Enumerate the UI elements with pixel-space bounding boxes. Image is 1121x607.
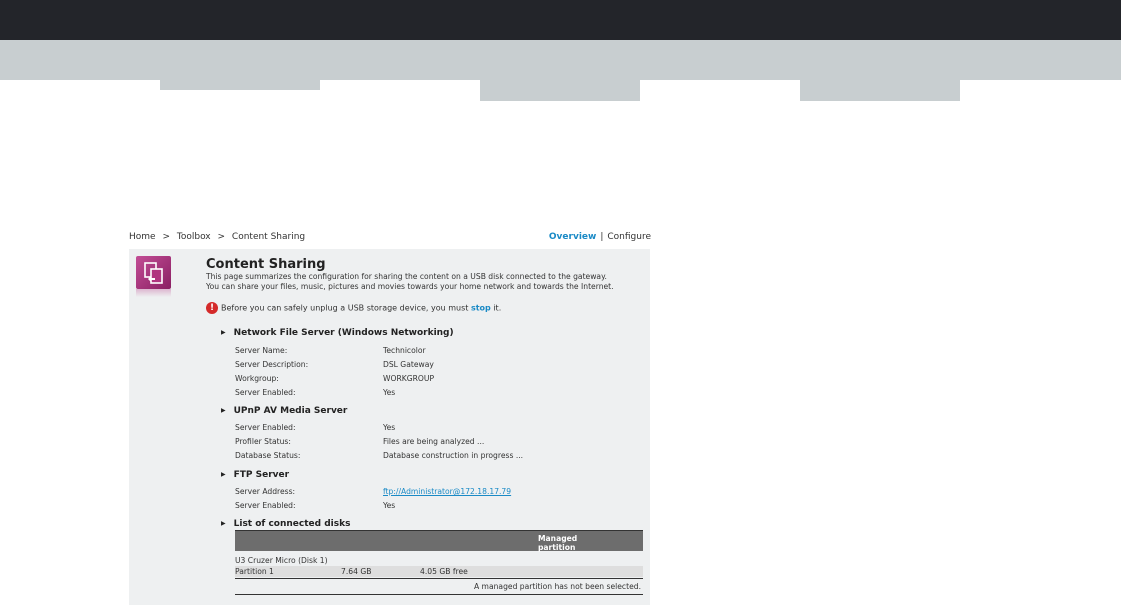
partition-size: 7.64 GB (341, 567, 372, 576)
managed-partition-header: Managed partition (538, 534, 578, 552)
expand-arrow-icon: ▶ (221, 407, 226, 414)
upnp-row: Server Enabled: Yes (235, 423, 395, 432)
warning-text-end: it. (493, 303, 502, 313)
nav-tab-2[interactable] (480, 80, 640, 101)
partition-free: 4.05 GB free (420, 567, 468, 576)
nfs-row: Workgroup: WORKGROUP (235, 374, 434, 383)
breadcrumb-separator: > (217, 232, 226, 242)
ftp-title-text: FTP Server (233, 470, 290, 480)
content-sharing-icon (136, 256, 171, 289)
expand-arrow-icon: ▶ (221, 329, 226, 336)
row-value: Yes (383, 388, 396, 397)
page-title: Content Sharing (206, 257, 326, 272)
overview-link[interactable]: Overview (549, 232, 596, 242)
row-key: Server Enabled: (235, 423, 296, 432)
expand-arrow-icon: ▶ (221, 520, 226, 527)
configure-link[interactable]: Configure (607, 232, 651, 242)
breadcrumb: Home > Toolbox > Content Sharing (129, 232, 305, 242)
ftp-row: Server Enabled: Yes (235, 501, 395, 510)
row-value: Yes (383, 423, 396, 432)
disk-row: U3 Cruzer Micro (Disk 1) (235, 555, 643, 566)
icon-reflection (136, 289, 171, 297)
description-line-1: This page summarizes the configuration f… (206, 272, 607, 281)
disk-name: U3 Cruzer Micro (Disk 1) (235, 556, 328, 565)
nfs-row: Server Name: Technicolor (235, 346, 426, 355)
row-key: Server Enabled: (235, 501, 296, 510)
row-key: Server Address: (235, 487, 296, 496)
managed-partition-note: A managed partition has not been selecte… (235, 578, 643, 592)
partition-row[interactable]: Partition 1 7.64 GB 4.05 GB free (235, 566, 643, 577)
page-description: This page summarizes the configuration f… (206, 272, 646, 292)
nav-tab-3[interactable] (800, 80, 960, 101)
nav-tab-1[interactable] (160, 80, 320, 90)
row-value: Yes (383, 501, 396, 510)
row-value: DSL Gateway (383, 360, 434, 369)
nav-bar (0, 40, 1121, 80)
ftp-section-title[interactable]: ▶ FTP Server (221, 470, 289, 480)
row-value: Technicolor (383, 346, 426, 355)
upnp-row: Database Status: Database construction in… (235, 451, 523, 460)
row-value: Database construction in progress ... (383, 451, 524, 460)
description-line-2: You can share your files, music, picture… (206, 282, 614, 291)
content-panel: Content Sharing This page summarizes the… (129, 249, 650, 605)
row-key: Workgroup: (235, 374, 279, 383)
disks-table: Managed partition U3 Cruzer Micro (Disk … (235, 530, 643, 595)
row-key: Server Description: (235, 360, 309, 369)
table-header: Managed partition (235, 531, 643, 552)
breadcrumb-separator: > (162, 232, 170, 242)
expand-arrow-icon: ▶ (221, 471, 226, 478)
view-separator: | (600, 232, 604, 242)
upnp-title-text: UPnP AV Media Server (233, 406, 348, 416)
nfs-row: Server Description: DSL Gateway (235, 360, 434, 369)
nfs-section-title[interactable]: ▶ Network File Server (Windows Networking… (221, 328, 454, 338)
partition-name: Partition 1 (235, 567, 274, 576)
upnp-section-title[interactable]: ▶ UPnP AV Media Server (221, 406, 347, 416)
row-key: Server Name: (235, 346, 288, 355)
row-key: Server Enabled: (235, 388, 296, 397)
stop-link[interactable]: stop (471, 304, 491, 313)
breadcrumb-home[interactable]: Home (129, 232, 156, 242)
warning-icon: ! (206, 302, 218, 314)
row-value: Files are being analyzed ... (383, 437, 485, 446)
nfs-title-text: Network File Server (Windows Networking) (233, 328, 454, 338)
breadcrumb-current: Content Sharing (231, 232, 306, 242)
ftp-row: Server Address: ftp://Administrator@172.1… (235, 487, 511, 496)
row-value: WORKGROUP (383, 374, 435, 383)
warning-text: Before you can safely unplug a USB stora… (221, 303, 469, 313)
top-bar (0, 0, 1121, 40)
ftp-address-link[interactable]: ftp://Administrator@172.18.17.79 (383, 487, 511, 496)
breadcrumb-toolbox[interactable]: Toolbox (177, 232, 211, 242)
row-key: Database Status: (235, 451, 301, 460)
disks-title-text: List of connected disks (233, 519, 351, 529)
unplug-warning: ! Before you can safely unplug a USB stor… (206, 302, 501, 314)
nfs-row: Server Enabled: Yes (235, 388, 395, 397)
disks-section-title[interactable]: ▶ List of connected disks (221, 519, 350, 529)
row-key: Profiler Status: (235, 437, 291, 446)
upnp-row: Profiler Status: Files are being analyzed… (235, 437, 484, 446)
view-switcher: Overview | Configure (549, 232, 651, 242)
